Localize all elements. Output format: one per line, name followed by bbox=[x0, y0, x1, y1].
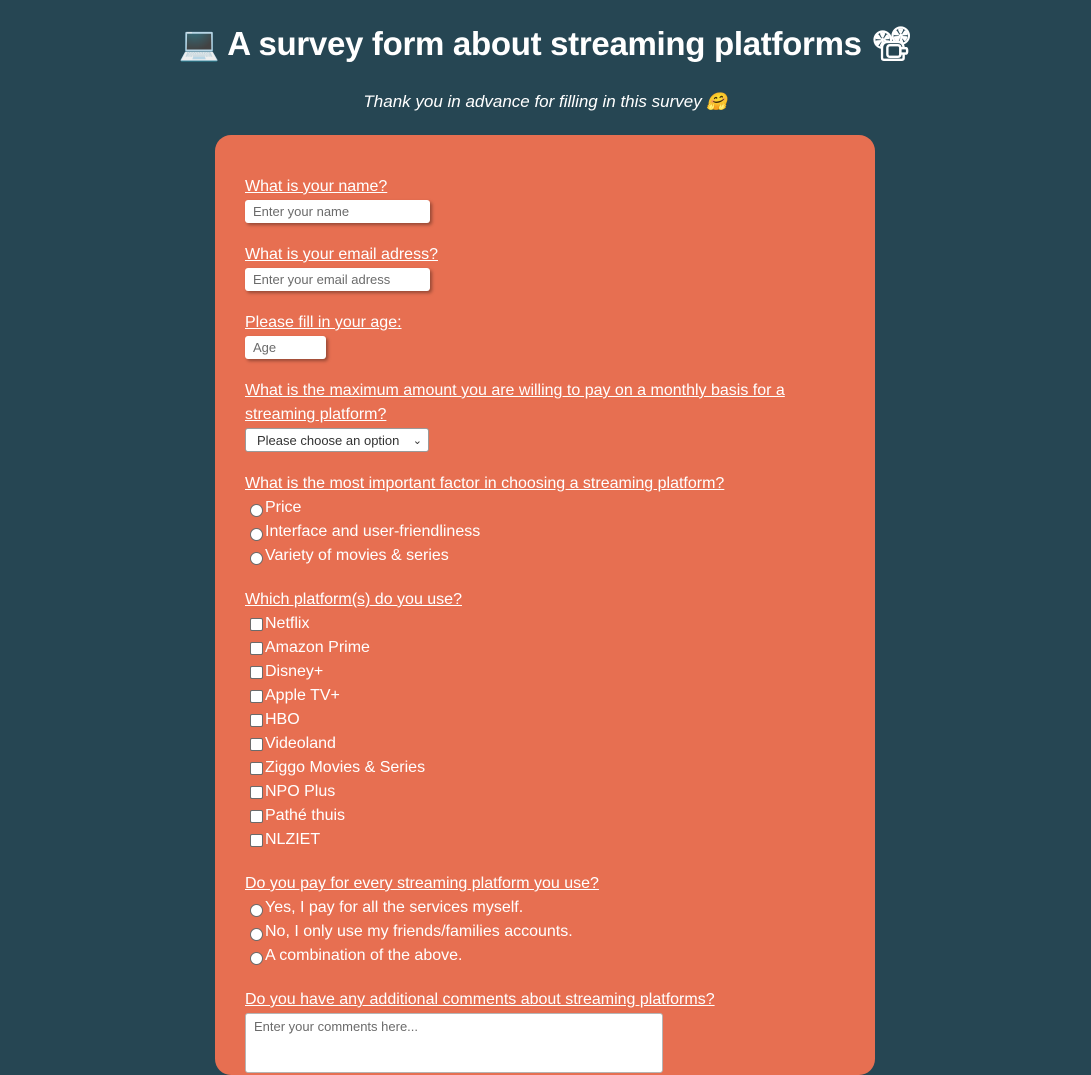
payment-group: Do you pay for every streaming platform … bbox=[245, 872, 845, 968]
page-title: 💻 A survey form about streaming platform… bbox=[0, 22, 1091, 66]
comments-label: Do you have any additional comments abou… bbox=[245, 991, 715, 1008]
email-group: What is your email adress? bbox=[245, 243, 845, 291]
survey-form: What is your name? What is your email ad… bbox=[215, 135, 875, 1075]
platform-option-disney[interactable]: Disney+ bbox=[245, 660, 845, 684]
platform-option-hbo[interactable]: HBO bbox=[245, 708, 845, 732]
payment-option-self[interactable]: Yes, I pay for all the services myself. bbox=[245, 896, 845, 920]
radio-button[interactable] bbox=[250, 903, 263, 917]
price-select[interactable]: Please choose an option ⌄ bbox=[245, 428, 429, 452]
price-group: What is the maximum amount you are willi… bbox=[245, 379, 845, 452]
platform-option-apple-tv[interactable]: Apple TV+ bbox=[245, 684, 845, 708]
age-input[interactable] bbox=[245, 336, 326, 359]
film-projector-icon: 📽 bbox=[870, 25, 913, 62]
price-select-value: Please choose an option bbox=[257, 432, 400, 448]
platform-option-label: HBO bbox=[265, 711, 300, 728]
platform-option-label: Ziggo Movies & Series bbox=[265, 759, 426, 776]
payment-option-label: Yes, I pay for all the services myself. bbox=[265, 899, 524, 916]
radio-button[interactable] bbox=[250, 951, 263, 965]
factor-option-label: Price bbox=[265, 499, 302, 516]
checkbox[interactable] bbox=[250, 641, 263, 655]
platform-option-label: Pathé thuis bbox=[265, 807, 346, 824]
platform-option-netflix[interactable]: Netflix bbox=[245, 612, 845, 636]
checkbox[interactable] bbox=[250, 689, 263, 703]
platform-option-label: Apple TV+ bbox=[265, 687, 340, 704]
checkbox[interactable] bbox=[250, 617, 263, 631]
platform-option-label: NPO Plus bbox=[265, 783, 336, 800]
checkbox[interactable] bbox=[250, 785, 263, 799]
email-input[interactable] bbox=[245, 268, 430, 291]
age-label: Please fill in your age: bbox=[245, 314, 402, 331]
payment-option-friends[interactable]: No, I only use my friends/families accou… bbox=[245, 920, 845, 944]
email-label: What is your email adress? bbox=[245, 246, 438, 263]
price-label: What is the maximum amount you are willi… bbox=[245, 382, 785, 423]
platform-option-label: Amazon Prime bbox=[265, 639, 370, 656]
platform-option-amazon-prime[interactable]: Amazon Prime bbox=[245, 636, 845, 660]
platform-option-label: Netflix bbox=[265, 615, 310, 632]
checkbox[interactable] bbox=[250, 809, 263, 823]
payment-option-label: A combination of the above. bbox=[265, 947, 463, 964]
factor-option-variety[interactable]: Variety of movies & series bbox=[245, 544, 845, 568]
factor-option-label: Interface and user-friendliness bbox=[265, 523, 481, 540]
comments-group: Do you have any additional comments abou… bbox=[245, 988, 845, 1073]
platform-option-label: NLZIET bbox=[265, 831, 321, 848]
name-group: What is your name? bbox=[245, 175, 845, 223]
platforms-label: Which platform(s) do you use? bbox=[245, 591, 462, 608]
platform-option-pathe-thuis[interactable]: Pathé thuis bbox=[245, 804, 845, 828]
page-subtitle: Thank you in advance for filling in this… bbox=[363, 92, 728, 111]
platform-option-label: Disney+ bbox=[265, 663, 324, 680]
payment-option-label: No, I only use my friends/families accou… bbox=[265, 923, 573, 940]
radio-button[interactable] bbox=[250, 927, 263, 941]
checkbox[interactable] bbox=[250, 833, 263, 847]
platform-option-videoland[interactable]: Videoland bbox=[245, 732, 845, 756]
age-group: Please fill in your age: bbox=[245, 311, 845, 359]
payment-label: Do you pay for every streaming platform … bbox=[245, 875, 599, 892]
platforms-group: Which platform(s) do you use? Netflix Am… bbox=[245, 588, 845, 852]
factor-label: What is the most important factor in cho… bbox=[245, 475, 725, 492]
factor-option-price[interactable]: Price bbox=[245, 496, 845, 520]
radio-button[interactable] bbox=[250, 527, 263, 541]
comments-textarea[interactable] bbox=[245, 1013, 663, 1073]
checkbox[interactable] bbox=[250, 737, 263, 751]
checkbox[interactable] bbox=[250, 713, 263, 727]
radio-button[interactable] bbox=[250, 503, 263, 517]
factor-option-label: Variety of movies & series bbox=[265, 547, 449, 564]
chevron-down-icon: ⌄ bbox=[412, 434, 422, 447]
checkbox[interactable] bbox=[250, 761, 263, 775]
payment-option-combination[interactable]: A combination of the above. bbox=[245, 944, 845, 968]
platform-option-npo-plus[interactable]: NPO Plus bbox=[245, 780, 845, 804]
factor-group: What is the most important factor in cho… bbox=[245, 472, 845, 568]
name-label: What is your name? bbox=[245, 178, 388, 195]
platform-option-nlziet[interactable]: NLZIET bbox=[245, 828, 845, 852]
page-title-text: A survey form about streaming platforms bbox=[227, 25, 862, 62]
factor-option-interface[interactable]: Interface and user-friendliness bbox=[245, 520, 845, 544]
platform-option-ziggo[interactable]: Ziggo Movies & Series bbox=[245, 756, 845, 780]
checkbox[interactable] bbox=[250, 665, 263, 679]
name-input[interactable] bbox=[245, 200, 430, 223]
laptop-icon: 💻 bbox=[178, 25, 220, 62]
platform-option-label: Videoland bbox=[265, 735, 336, 752]
radio-button[interactable] bbox=[250, 551, 263, 565]
